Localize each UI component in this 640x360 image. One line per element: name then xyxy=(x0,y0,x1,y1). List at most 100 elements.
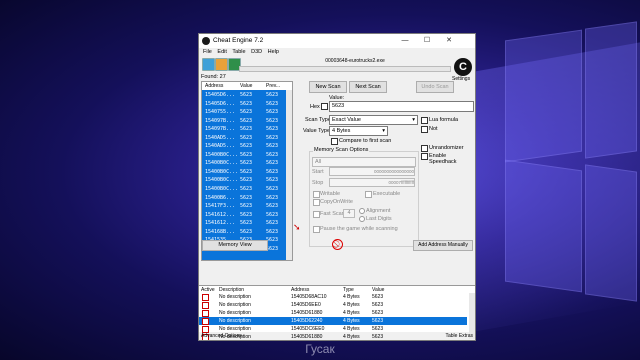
result-row[interactable]: 15405D6... 5623 5623 xyxy=(202,100,286,109)
active-checkbox[interactable] xyxy=(202,294,209,301)
hex-checkbox[interactable] xyxy=(321,103,328,110)
fast-scan-value-input[interactable]: 4 xyxy=(343,209,355,218)
compare-first-checkbox[interactable] xyxy=(331,138,338,145)
address-row[interactable]: No description 15405D62240 4 Bytes 5623 xyxy=(199,317,467,325)
title-bar[interactable]: Cheat Engine 7.2 — ☐ ✕ xyxy=(199,34,475,48)
menu-help[interactable]: Help xyxy=(268,48,279,57)
value-type-label: Value Type xyxy=(303,128,331,134)
open-table-icon[interactable] xyxy=(215,58,228,71)
result-row[interactable]: 15400B0C... 5623 5623 xyxy=(202,151,286,160)
stop-scan-icon[interactable]: ⃠ xyxy=(332,239,343,250)
memory-region-select[interactable]: All xyxy=(312,157,416,167)
table-extras-link[interactable]: Table Extras xyxy=(445,333,473,339)
result-value: 5623 xyxy=(240,177,253,184)
select-process-icon[interactable] xyxy=(202,58,215,71)
memory-view-button[interactable]: Memory View xyxy=(202,240,268,251)
active-checkbox[interactable] xyxy=(202,318,209,325)
menu-table[interactable]: Table xyxy=(232,48,245,57)
cheat-engine-logo-icon[interactable]: C xyxy=(454,58,472,76)
active-checkbox[interactable] xyxy=(202,310,209,317)
result-value: 5623 xyxy=(240,186,253,193)
alignment-radio[interactable] xyxy=(359,208,365,214)
result-row[interactable]: 154097B... 5623 5623 xyxy=(202,125,286,134)
results-header: Address Value Prev... xyxy=(202,82,292,90)
result-previous: 5623 xyxy=(266,203,279,210)
next-scan-button[interactable]: Next Scan xyxy=(349,81,387,93)
result-row[interactable]: 154168B... 5623 5623 xyxy=(202,228,286,237)
results-col-address[interactable]: Address xyxy=(205,83,223,89)
stop-label: Stop xyxy=(312,180,324,186)
result-row[interactable]: 15417F3... 5623 5623 xyxy=(202,202,286,211)
results-scrollbar[interactable] xyxy=(286,90,292,260)
settings-link[interactable]: Settings xyxy=(452,76,470,82)
lua-formula-checkbox[interactable] xyxy=(421,117,428,124)
result-value: 5623 xyxy=(240,211,253,218)
row-address: 15405D68AC10 xyxy=(291,294,327,300)
result-row[interactable]: 15405D6... 5623 5623 xyxy=(202,91,286,100)
writable-label: Writable xyxy=(320,191,341,197)
add-address-manually-button[interactable]: Add Address Manually xyxy=(413,240,473,251)
results-col-value[interactable]: Value xyxy=(240,83,252,89)
start-address-input[interactable]: 0000000000000000 xyxy=(329,167,415,176)
video-caption: Гусак xyxy=(305,342,335,356)
unrandomizer-checkbox[interactable] xyxy=(421,145,428,152)
address-row[interactable]: No description 15405D68AC10 4 Bytes 5623 xyxy=(199,293,467,301)
result-address: 15400B0C... xyxy=(205,186,239,193)
result-row[interactable]: 154097B... 5623 5623 xyxy=(202,117,286,126)
chevron-down-icon: ▾ xyxy=(382,128,385,134)
result-previous: 5623 xyxy=(266,117,279,124)
add-to-list-arrow-icon[interactable]: ➘ xyxy=(293,222,301,233)
scan-results-list[interactable]: Address Value Prev... 15405D6... 5623 5623… xyxy=(201,81,293,261)
result-value: 5623 xyxy=(240,109,253,116)
menu-d3d[interactable]: D3D xyxy=(251,48,262,57)
minimize-button[interactable]: — xyxy=(395,34,415,48)
executable-checkbox[interactable] xyxy=(365,191,372,198)
fast-scan-checkbox[interactable] xyxy=(313,211,320,218)
result-row[interactable]: 1540AD5... 5623 5623 xyxy=(202,134,286,143)
result-row[interactable]: 15400B6... 5623 5623 xyxy=(202,194,286,203)
result-value: 5623 xyxy=(240,134,253,141)
result-row[interactable]: 1540755... 5623 5623 xyxy=(202,108,286,117)
result-row[interactable]: 1541612... 5623 5623 xyxy=(202,211,286,220)
result-row[interactable]: 1540AD5... 5623 5623 xyxy=(202,142,286,151)
value-input[interactable]: 5623 xyxy=(329,101,474,112)
result-value: 5623 xyxy=(240,126,253,133)
scan-type-select[interactable]: Exact Value ▾ xyxy=(329,115,418,125)
result-row[interactable]: 15400B0C... 5623 5623 xyxy=(202,159,286,168)
not-checkbox[interactable] xyxy=(421,126,428,133)
address-table[interactable]: Active Description Address Type Value No… xyxy=(199,285,475,340)
result-row[interactable]: 15400B0C... 5623 5623 xyxy=(202,185,286,194)
row-value: 5623 xyxy=(372,294,384,300)
result-row[interactable]: 15400B0C... 5623 5623 xyxy=(202,168,286,177)
result-value: 5623 xyxy=(240,92,253,98)
process-name: 00003648-eurotrucks2.exe xyxy=(325,58,385,64)
result-address: 154097B... xyxy=(205,117,236,124)
speedhack-checkbox[interactable] xyxy=(421,153,428,160)
active-checkbox[interactable] xyxy=(202,302,209,309)
maximize-button[interactable]: ☐ xyxy=(417,34,437,48)
advanced-options-link[interactable]: Advanced Options xyxy=(201,333,242,339)
result-row[interactable]: 15400B0C... 5623 5623 xyxy=(202,176,286,185)
row-value: 5623 xyxy=(372,302,384,308)
pause-game-checkbox[interactable] xyxy=(313,226,320,233)
lua-formula-label: Lua formula xyxy=(429,117,459,123)
copy-on-write-checkbox[interactable] xyxy=(313,199,320,206)
menu-file[interactable]: File xyxy=(203,48,212,57)
result-value: 5623 xyxy=(240,117,253,124)
stop-address-input[interactable]: 00007fffffffffff xyxy=(329,178,415,187)
result-previous: 5623 xyxy=(266,109,279,116)
memory-region-value: All xyxy=(315,159,322,165)
address-row[interactable]: No description 15405D61880 4 Bytes 5623 xyxy=(199,309,467,317)
result-value: 5623 xyxy=(240,220,253,227)
writable-checkbox[interactable] xyxy=(313,191,320,198)
row-value: 5623 xyxy=(372,310,384,316)
close-button[interactable]: ✕ xyxy=(439,34,459,48)
value-type-select[interactable]: 4 Bytes ▾ xyxy=(329,126,388,136)
menu-edit[interactable]: Edit xyxy=(217,48,226,57)
new-scan-button[interactable]: New Scan xyxy=(309,81,347,93)
results-col-prev[interactable]: Prev... xyxy=(266,83,280,89)
undo-scan-button[interactable]: Undo Scan xyxy=(416,81,454,93)
result-row[interactable]: 1541612... 5623 5623 xyxy=(202,219,286,228)
address-row[interactable]: No description 15405D6EE0 4 Bytes 5623 xyxy=(199,301,467,309)
last-digits-radio[interactable] xyxy=(359,216,365,222)
